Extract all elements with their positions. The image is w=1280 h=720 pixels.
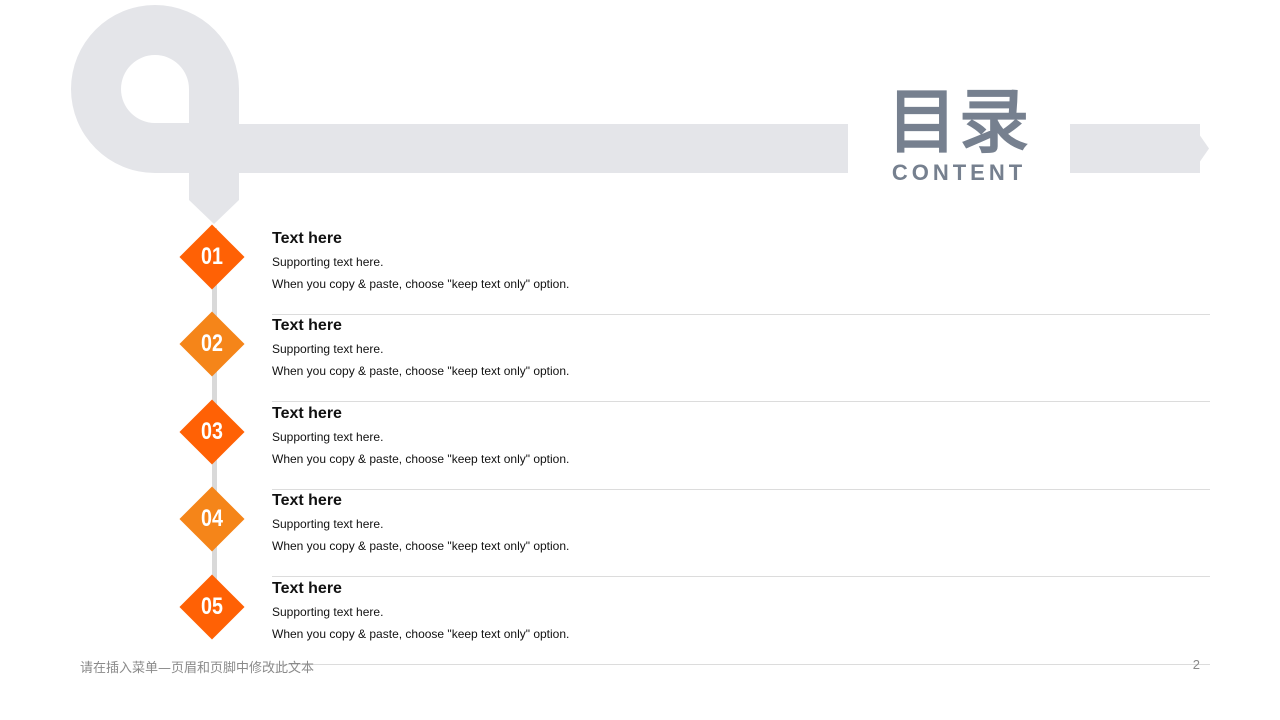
item-number: 01 [201, 243, 223, 270]
item-description: When you copy & paste, choose "keep text… [272, 364, 570, 378]
footer-text: 请在插入菜单—页眉和页脚中修改此文本 [80, 661, 315, 676]
item-number: 02 [201, 330, 223, 357]
divider [272, 664, 1210, 665]
item-subtitle: Supporting text here. [272, 255, 384, 269]
page-subtitle: CONTENT [891, 160, 1027, 185]
item-title: Text here [272, 317, 342, 334]
item-subtitle: Supporting text here. [272, 517, 384, 531]
item-subtitle: Supporting text here. [272, 430, 384, 444]
item-description: When you copy & paste, choose "keep text… [272, 277, 570, 291]
page-number: 2 [1192, 657, 1200, 672]
item-title: Text here [272, 230, 342, 247]
item-description: When you copy & paste, choose "keep text… [272, 627, 570, 641]
page-title: 目录 [887, 81, 1031, 163]
item-description: When you copy & paste, choose "keep text… [272, 539, 570, 553]
item-title: Text here [272, 580, 342, 597]
list-item: 01 Text here Supporting text here. When … [179, 224, 1210, 315]
item-subtitle: Supporting text here. [272, 342, 384, 356]
list-item: 05 Text here Supporting text here. When … [179, 574, 1210, 665]
loop-shape [71, 5, 240, 224]
item-subtitle: Supporting text here. [272, 605, 384, 619]
title-block: 目录 CONTENT [848, 84, 1070, 194]
arrow-tip [1192, 124, 1209, 173]
item-number: 04 [201, 505, 223, 532]
item-number: 05 [201, 593, 223, 620]
item-title: Text here [272, 492, 342, 509]
item-number: 03 [201, 418, 223, 445]
item-title: Text here [272, 405, 342, 422]
list-item: 03 Text here Supporting text here. When … [179, 399, 1210, 490]
list-item: 02 Text here Supporting text here. When … [179, 311, 1210, 402]
list-item: 04 Text here Supporting text here. When … [179, 486, 1210, 577]
item-description: When you copy & paste, choose "keep text… [272, 452, 570, 466]
